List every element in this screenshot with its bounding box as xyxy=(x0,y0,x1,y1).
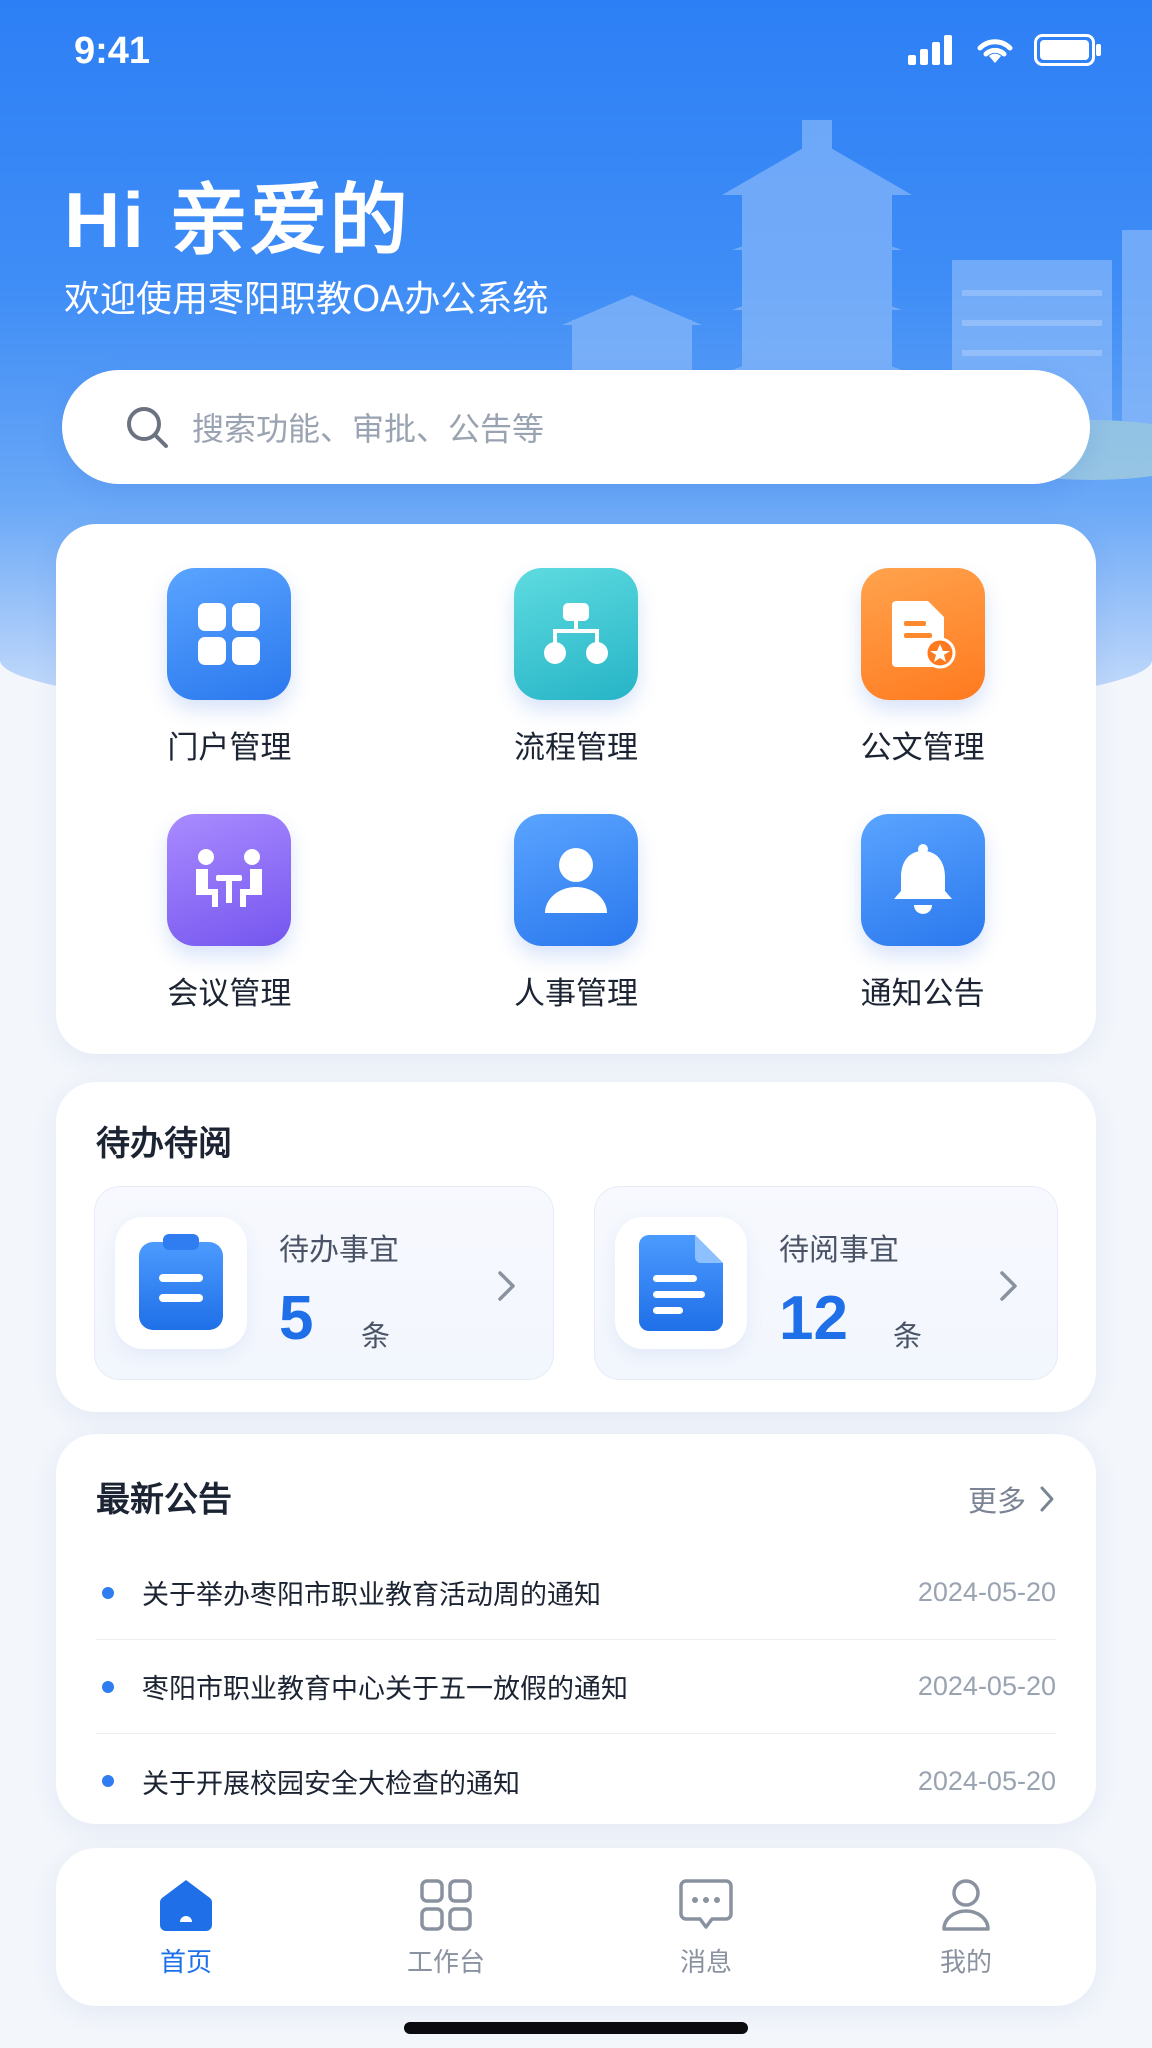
grid-icon xyxy=(198,603,261,665)
announcement-title: 关于开展校园安全大检查的通知 xyxy=(142,1768,520,1800)
status-bar: 9:41 xyxy=(0,0,1152,110)
meeting-icon xyxy=(196,849,263,907)
todo-toread-label: 待阅事宜 xyxy=(779,1233,899,1268)
menu-label: 流程管理 xyxy=(513,730,638,766)
battery-icon xyxy=(1034,34,1101,66)
bullet-dot xyxy=(102,1680,114,1693)
todo-toread-unit: 条 xyxy=(893,1319,923,1353)
tab-home[interactable]: 首页 xyxy=(56,1848,316,2006)
clipboard-icon-wrap xyxy=(115,1217,247,1349)
chevron-right-icon xyxy=(1000,1271,1017,1301)
tab-label: 消息 xyxy=(679,1948,732,1978)
person-icon xyxy=(544,848,607,913)
bottom-tab-bar: 首页 工作台 消息 我的 xyxy=(56,1848,1096,2006)
todo-toread-count: 12 xyxy=(779,1284,848,1353)
more-link[interactable]: 更多 xyxy=(968,1478,1056,1520)
todo-pending-count: 5 xyxy=(279,1284,314,1353)
clipboard-icon xyxy=(139,1234,223,1330)
message-icon xyxy=(679,1879,733,1929)
menu-hr-management[interactable]: 人事管理 xyxy=(403,814,750,1060)
announcement-date: 2024-05-20 xyxy=(917,1671,1056,1701)
document-seal-icon xyxy=(891,601,956,669)
tab-workbench[interactable]: 工作台 xyxy=(316,1848,576,2006)
todo-toread-tile[interactable]: 待阅事宜 12 条 xyxy=(594,1186,1058,1380)
announcement-list: 关于举办枣阳市职业教育活动周的通知 2024-05-20 枣阳市职业教育中心关于… xyxy=(96,1546,1056,1828)
file-icon-wrap xyxy=(615,1217,747,1349)
tab-label: 我的 xyxy=(939,1948,992,1978)
menu-portal-management[interactable]: 门户管理 xyxy=(56,568,403,814)
menu-workflow-management[interactable]: 流程管理 xyxy=(403,568,750,814)
menu-label: 公文管理 xyxy=(860,730,985,766)
tab-label: 工作台 xyxy=(406,1948,485,1978)
status-icons xyxy=(908,34,1102,66)
todo-pending-label: 待办事宜 xyxy=(279,1233,399,1268)
home-indicator[interactable] xyxy=(404,2022,748,2034)
search-bar[interactable]: 搜索功能、审批、公告等 xyxy=(62,370,1090,484)
more-label: 更多 xyxy=(967,1484,1026,1518)
status-time: 9:41 xyxy=(74,30,151,72)
chevron-right-icon xyxy=(498,1271,515,1301)
announcement-date: 2024-05-20 xyxy=(917,1765,1056,1796)
greeting-title: Hi 亲爱的 xyxy=(64,176,410,264)
announcement-item[interactable]: 关于开展校园安全大检查的通知 2024-05-20 xyxy=(96,1734,1056,1828)
menu-label: 会议管理 xyxy=(167,976,292,1012)
tab-profile[interactable]: 我的 xyxy=(836,1848,1096,2006)
menu-label: 通知公告 xyxy=(860,976,985,1012)
bullet-dot xyxy=(102,1586,114,1599)
bell-icon xyxy=(893,844,952,914)
menu-label: 门户管理 xyxy=(167,730,292,766)
todo-section-title: 待办待阅 xyxy=(96,1124,232,1164)
todo-card: 待办待阅 待办事宜 5 条 待阅事宜 12 条 xyxy=(56,1082,1096,1412)
todo-pending-tile[interactable]: 待办事宜 5 条 xyxy=(94,1186,554,1380)
announcements-card: 最新公告 更多 关于举办枣阳市职业教育活动周的通知 2024-05-20 枣阳市… xyxy=(56,1434,1096,1824)
quick-menu-card: 门户管理 流程管理 公文管理 会议管理 人事管理 通知公告 xyxy=(56,524,1096,1054)
workbench-icon xyxy=(420,1879,472,1931)
search-icon xyxy=(127,407,168,448)
announcement-title: 关于举办枣阳市职业教育活动周的通知 xyxy=(142,1580,601,1611)
bullet-dot xyxy=(102,1775,114,1787)
announcement-title: 枣阳市职业教育中心关于五一放假的通知 xyxy=(142,1674,628,1705)
tab-messages[interactable]: 消息 xyxy=(576,1848,836,2006)
chevron-right-icon xyxy=(1040,1486,1054,1512)
announcement-item[interactable]: 关于举办枣阳市职业教育活动周的通知 2024-05-20 xyxy=(96,1546,1056,1640)
wifi-icon xyxy=(977,39,1013,63)
search-placeholder: 搜索功能、审批、公告等 xyxy=(192,410,545,448)
home-icon xyxy=(159,1880,213,1931)
menu-meeting-management[interactable]: 会议管理 xyxy=(56,814,403,1060)
announcement-item[interactable]: 枣阳市职业教育中心关于五一放假的通知 2024-05-20 xyxy=(96,1640,1056,1734)
menu-document-management[interactable]: 公文管理 xyxy=(749,568,1096,814)
menu-notice-announcement[interactable]: 通知公告 xyxy=(749,814,1096,1060)
menu-label: 人事管理 xyxy=(513,976,638,1012)
org-chart-icon xyxy=(543,603,608,664)
signal-icon xyxy=(908,35,952,65)
user-icon xyxy=(942,1879,990,1931)
announcement-date: 2024-05-20 xyxy=(917,1577,1056,1607)
welcome-subtitle: 欢迎使用枣阳职教OA办公系统 xyxy=(64,279,549,320)
file-icon xyxy=(639,1235,723,1331)
announcements-title: 最新公告 xyxy=(96,1480,232,1520)
todo-pending-unit: 条 xyxy=(361,1319,391,1353)
tab-label: 首页 xyxy=(159,1948,212,1978)
